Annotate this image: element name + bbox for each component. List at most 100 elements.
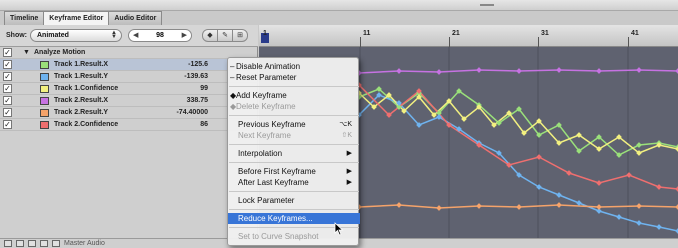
submenu-arrow-icon: ▶ xyxy=(346,150,352,157)
param-name: Track 2.Result.X xyxy=(54,97,109,104)
param-value[interactable]: -74.40000 xyxy=(150,109,208,116)
keyframe-point[interactable] xyxy=(636,220,642,226)
submenu-arrow-icon: ▶ xyxy=(346,179,352,186)
menu-separator xyxy=(229,162,359,163)
param-checkbox[interactable]: ✓ xyxy=(3,72,12,81)
keyframe-point[interactable] xyxy=(476,203,482,209)
param-value[interactable]: 86 xyxy=(150,121,208,128)
show-dropdown[interactable]: Animated ▲ ▼ xyxy=(30,29,122,42)
param-name: Track 1.Result.Y xyxy=(54,73,109,80)
keyframe-point[interactable] xyxy=(436,205,442,211)
menu-item-interpolation[interactable]: Interpolation ▶ xyxy=(228,148,360,159)
group-title: Analyze Motion xyxy=(34,49,86,56)
menu-item-next-keyframe: Next Keyframe ⇧K xyxy=(238,131,352,140)
keyframe-point[interactable] xyxy=(396,202,402,208)
menu-item-before-first-keyframe[interactable]: Before First Keyframe ▶ xyxy=(228,166,360,177)
step-forward-icon[interactable]: ▶ xyxy=(182,31,187,39)
param-value[interactable]: 99 xyxy=(150,85,208,92)
param-value[interactable]: 338.75 xyxy=(150,97,208,104)
fit-icon[interactable] xyxy=(4,240,12,247)
resize-grip[interactable] xyxy=(480,4,494,6)
keyframe-point[interactable] xyxy=(636,203,642,209)
param-checkbox[interactable]: ✓ xyxy=(3,84,12,93)
param-name: Track 2.Result.Y xyxy=(54,109,109,116)
color-swatch xyxy=(40,85,49,93)
menu-separator xyxy=(229,115,359,116)
keyframe-point[interactable] xyxy=(636,67,642,73)
keyframe-point[interactable] xyxy=(536,154,542,160)
disclosure-triangle-icon[interactable]: ▼ xyxy=(23,49,30,56)
menu-item-after-last-keyframe[interactable]: After Last Keyframe ▶ xyxy=(228,177,360,188)
show-label: Show: xyxy=(6,32,27,39)
color-swatch xyxy=(40,61,49,69)
menu-item-previous-keyframe[interactable]: Previous Keyframe ⌥K xyxy=(228,119,360,130)
param-row[interactable]: ✓ Track 2.Result.Y -74.40000 xyxy=(0,107,258,119)
parameter-list: ✓ ▼ Analyze Motion ✓ Track 1.Result.X -1… xyxy=(0,47,258,238)
keyframe-point[interactable] xyxy=(396,68,402,74)
param-row[interactable]: ✓ Track 1.Result.X -125.6 xyxy=(0,59,258,71)
color-swatch xyxy=(40,121,49,129)
tab-keyframe-editor[interactable]: Keyframe Editor xyxy=(43,11,110,25)
editor-tabs: Timeline Keyframe Editor Audio Editor xyxy=(4,11,163,25)
menu-item-reset-parameter[interactable]: – Reset Parameter xyxy=(228,72,360,83)
keyframe-point[interactable] xyxy=(576,200,582,206)
keyframe-point[interactable] xyxy=(556,202,562,208)
keyframe-point[interactable] xyxy=(636,142,642,148)
mouse-pointer-icon xyxy=(334,222,344,236)
menu-separator xyxy=(229,86,359,87)
master-audio-label: Master Audio xyxy=(64,240,105,247)
transform-tool-icon[interactable]: ⊞ xyxy=(232,29,248,42)
keyframe-point[interactable] xyxy=(556,67,562,73)
keyframe-point[interactable] xyxy=(656,224,662,230)
curve-tools: ◆ ✎ ⊞ xyxy=(202,29,248,42)
keyframe-point[interactable] xyxy=(596,180,602,186)
menu-separator xyxy=(229,209,359,210)
keyframe-point[interactable] xyxy=(516,68,522,74)
title-strip xyxy=(0,0,678,11)
keyframe-point[interactable] xyxy=(616,214,622,220)
keyframe-point[interactable] xyxy=(566,170,572,176)
keyframe-point[interactable] xyxy=(596,68,602,74)
param-name: Track 1.Confidence xyxy=(54,85,119,92)
color-swatch xyxy=(40,109,49,117)
param-value[interactable]: -139.63 xyxy=(150,73,208,80)
keyframe-point[interactable] xyxy=(596,204,602,210)
tab-timeline[interactable]: Timeline xyxy=(4,11,45,25)
param-row[interactable]: ✓ Track 1.Result.Y -139.63 xyxy=(0,71,258,83)
menu-item-delete-keyframe: ◆Delete Keyframe xyxy=(230,102,296,111)
add-keyframe-tool-icon[interactable]: ◆ xyxy=(202,29,218,42)
snap-icon[interactable] xyxy=(28,240,36,247)
param-checkbox[interactable]: ✓ xyxy=(3,108,12,117)
layers-icon[interactable] xyxy=(40,240,48,247)
param-checkbox[interactable]: ✓ xyxy=(3,96,12,105)
menu-item-lock-parameter[interactable]: Lock Parameter xyxy=(228,195,360,206)
sketch-tool-icon[interactable]: ✎ xyxy=(217,29,233,42)
frame-stepper[interactable]: ◀ 98 ▶ xyxy=(128,29,192,42)
submenu-arrow-icon: ▶ xyxy=(346,168,352,175)
param-row[interactable]: ✓ Track 2.Result.X 338.75 xyxy=(0,95,258,107)
group-checkbox[interactable]: ✓ xyxy=(3,48,12,57)
zoom-icon[interactable] xyxy=(16,240,24,247)
param-row[interactable]: ✓ Track 1.Confidence 99 xyxy=(0,83,258,95)
keyframe-toolbar: Show: Animated ▲ ▼ ◀ 98 ▶ ◆ ✎ ⊞ xyxy=(0,25,258,47)
keyframe-point[interactable] xyxy=(436,69,442,75)
audio-icon[interactable] xyxy=(52,240,60,247)
param-name: Track 1.Result.X xyxy=(54,61,109,68)
keyframe-point[interactable] xyxy=(476,67,482,73)
color-swatch xyxy=(40,73,49,81)
menu-item-disable-animation[interactable]: – Disable Animation xyxy=(228,61,360,72)
show-dropdown-value: Animated xyxy=(37,32,69,39)
menu-item-add-keyframe[interactable]: ◆Add Keyframe xyxy=(228,90,360,101)
color-swatch xyxy=(40,97,49,105)
keyframe-point[interactable] xyxy=(626,172,632,178)
keyframe-point[interactable] xyxy=(516,204,522,210)
param-checkbox[interactable]: ✓ xyxy=(3,120,12,129)
tab-audio-editor[interactable]: Audio Editor xyxy=(108,11,163,25)
param-row[interactable]: ✓ Track 2.Confidence 86 xyxy=(0,119,258,131)
group-row[interactable]: ✓ ▼ Analyze Motion xyxy=(0,47,258,59)
keyframe-point[interactable] xyxy=(656,184,662,190)
keyframe-point[interactable] xyxy=(556,192,562,198)
param-name: Track 2.Confidence xyxy=(54,121,119,128)
param-value[interactable]: -125.6 xyxy=(150,61,208,68)
param-checkbox[interactable]: ✓ xyxy=(3,60,12,69)
